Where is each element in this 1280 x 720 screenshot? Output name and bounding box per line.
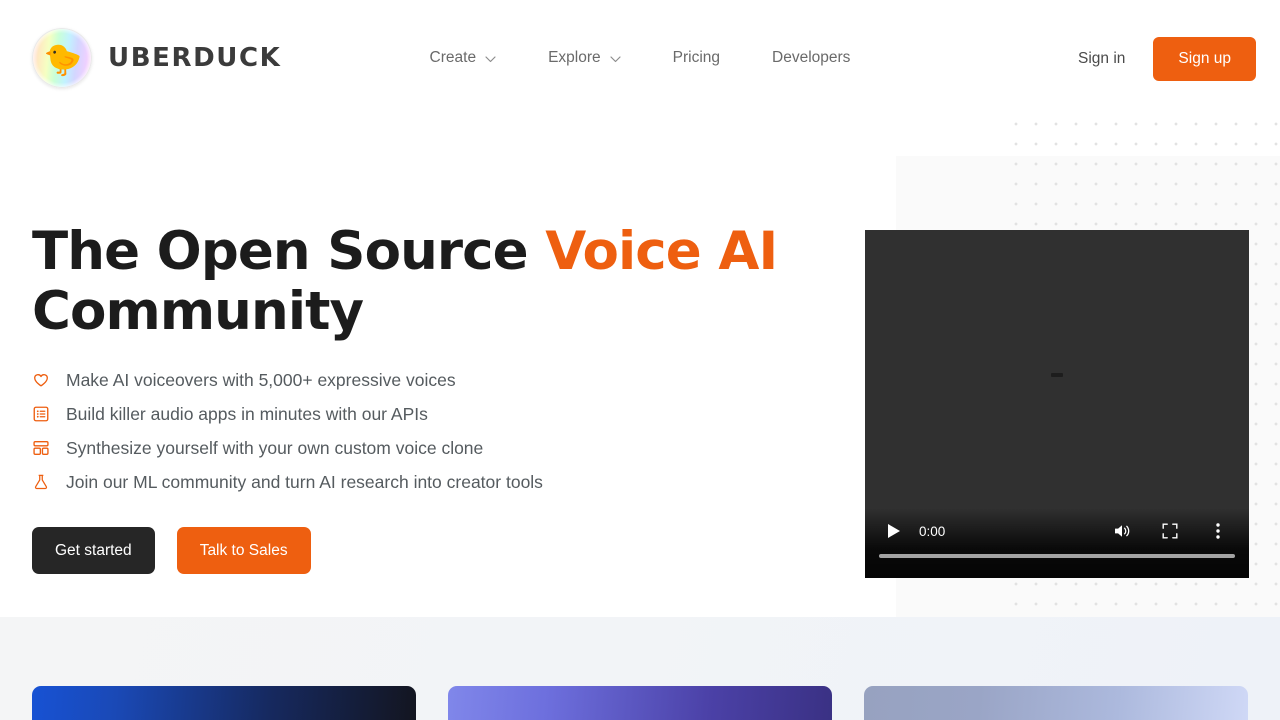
feature-text: Make AI voiceovers with 5,000+ expressiv… [66,369,456,390]
nav-item-explore[interactable]: Explore [522,41,647,75]
cta-button-row: Get started Talk to Sales [32,526,872,575]
hero-video-player[interactable]: 0:00 [865,230,1249,578]
hero-title-part2: Community [32,280,364,342]
video-poster-placeholder [865,230,1249,520]
feature-card-3[interactable] [864,686,1248,720]
volume-icon[interactable] [1107,516,1137,546]
video-progress-bar[interactable] [879,554,1235,558]
flask-icon [32,473,50,491]
broken-image-icon [1051,373,1063,377]
list-item: Make AI voiceovers with 5,000+ expressiv… [32,370,872,391]
nav-item-developers[interactable]: Developers [746,41,876,75]
list-item: Synthesize yourself with your own custom… [32,438,872,459]
nav-item-label: Create [429,49,477,66]
hero-title-part1: The Open Source [32,221,546,282]
layout-icon [32,439,50,457]
feature-text: Build killer audio apps in minutes with … [66,403,428,424]
page-root: 🐤 UBERDUCK Create Explore Pricing Develo… [0,0,1280,720]
get-started-button[interactable]: Get started [32,526,155,575]
list-item: Join our ML community and turn AI resear… [32,472,872,493]
feature-text: Join our ML community and turn AI resear… [66,471,543,492]
site-header: 🐤 UBERDUCK Create Explore Pricing Develo… [0,0,1280,118]
video-current-time: 0:00 [919,523,946,539]
feature-card-1[interactable] [32,686,416,720]
chevron-down-icon [485,55,496,63]
feature-card-2[interactable] [448,686,832,720]
page-title: The Open Source Voice AI Community [32,222,872,342]
play-icon[interactable] [879,516,909,546]
feature-card-row [0,686,1280,720]
hero-section: The Open Source Voice AI Community Make … [32,222,872,575]
nav-item-label: Developers [772,49,851,66]
auth-actions: Sign in Sign up [1072,0,1256,118]
nav-item-pricing[interactable]: Pricing [647,41,746,75]
nav-item-label: Pricing [672,49,721,66]
nav-item-create[interactable]: Create [404,41,523,75]
fullscreen-icon[interactable] [1155,516,1185,546]
video-controls-bar: 0:00 [865,508,1249,578]
sign-up-button[interactable]: Sign up [1153,37,1256,81]
list-item: Build killer audio apps in minutes with … [32,404,872,425]
heart-icon [32,371,50,389]
list-box-icon [32,405,50,423]
feature-list: Make AI voiceovers with 5,000+ expressiv… [32,370,872,493]
sign-in-link[interactable]: Sign in [1072,42,1131,76]
chevron-down-icon [610,55,621,63]
nav-item-label: Explore [548,49,601,66]
talk-to-sales-button[interactable]: Talk to Sales [176,526,311,575]
more-vertical-icon[interactable] [1203,516,1233,546]
hero-title-accent: Voice AI [545,221,778,282]
feature-text: Synthesize yourself with your own custom… [66,437,484,458]
